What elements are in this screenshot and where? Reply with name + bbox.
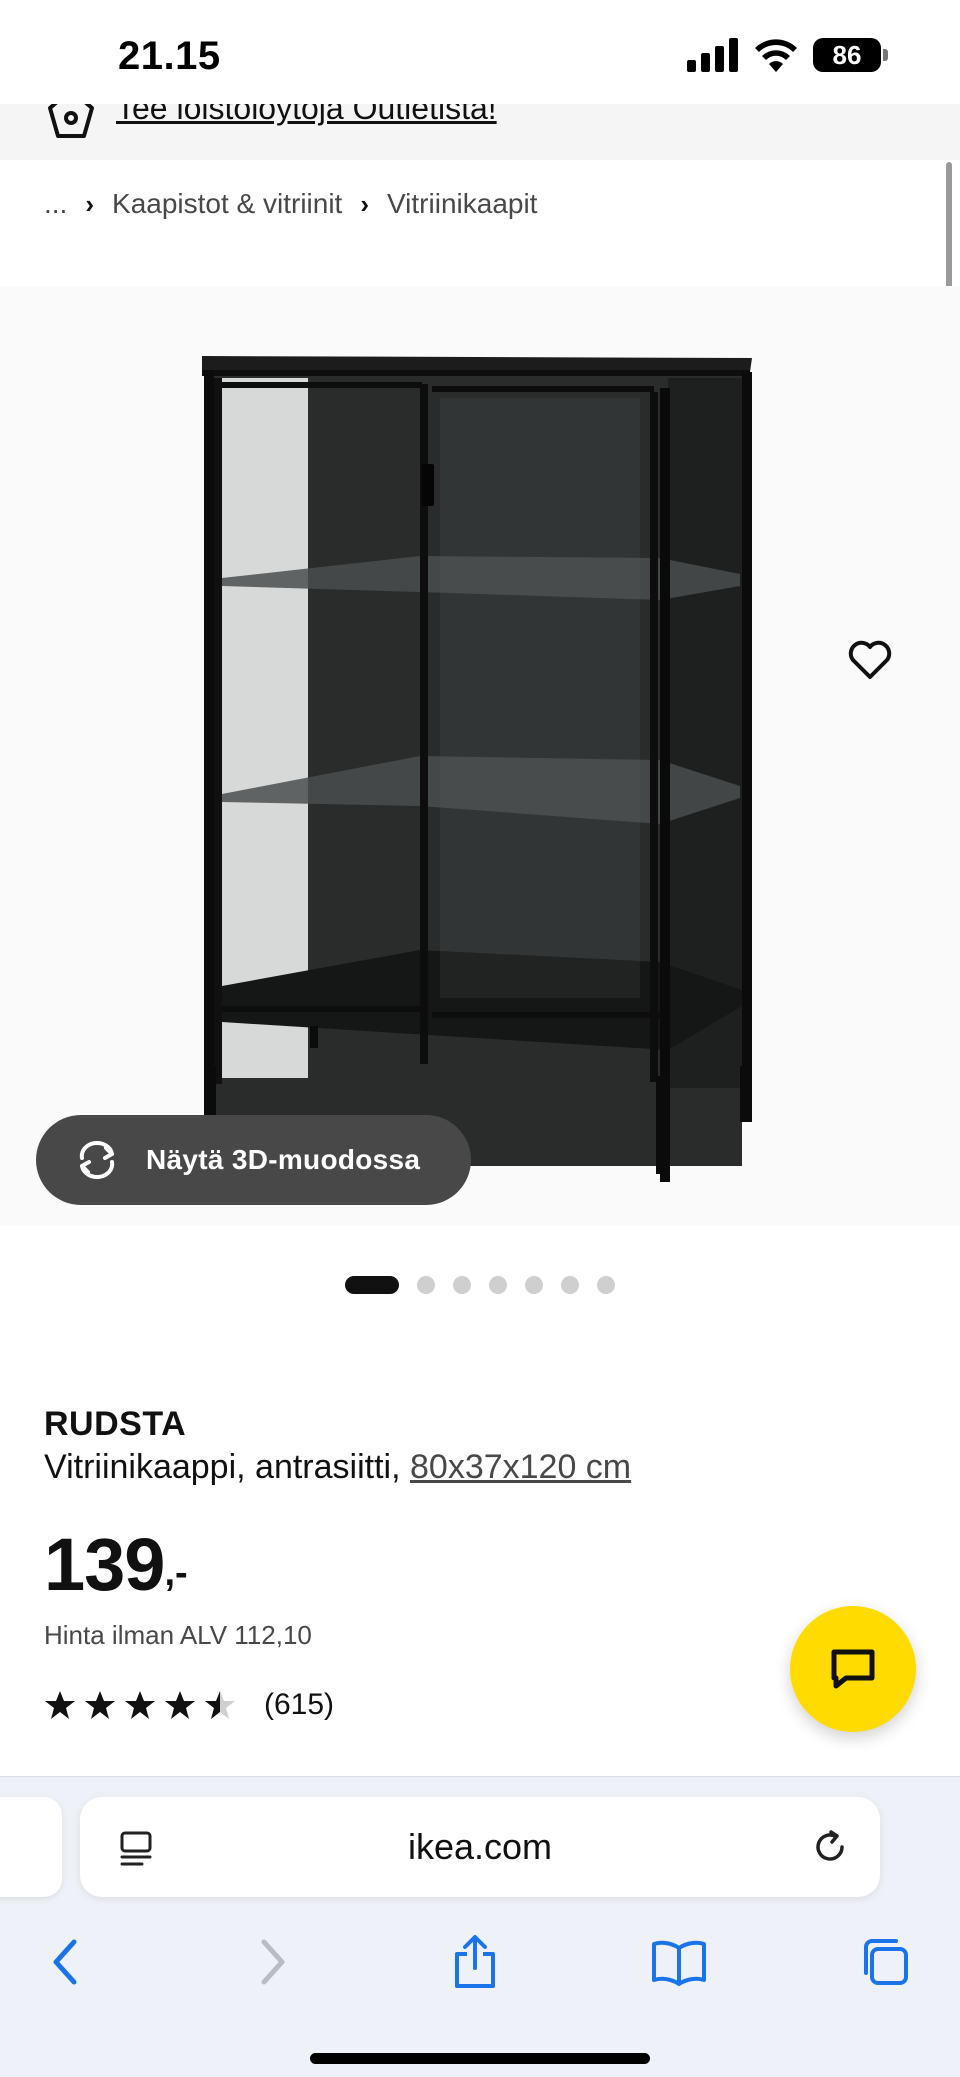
product-gallery[interactable] [0,286,960,1226]
carousel-dot-1[interactable] [345,1276,399,1294]
price-excl-vat: Hinta ilman ALV 112,10 [44,1620,312,1650]
carousel-dot-3[interactable] [453,1276,471,1294]
page-menu-icon[interactable] [118,1829,154,1869]
status-bar: 21.15 86 [0,0,960,104]
bookmarks-icon [652,1940,706,1986]
browser-bottom-bar: ikea.com [0,1776,960,2077]
product-type: Vitriinikaappi, antrasiitti, [44,1448,401,1486]
status-icons: 86 [687,38,888,72]
product-name: RUDSTA [44,1405,187,1443]
cellular-signal-icon [687,38,738,72]
address-bar[interactable]: ikea.com [80,1797,880,1897]
reload-icon[interactable] [810,1827,850,1867]
chat-bubble-icon [831,1649,875,1689]
chevron-right-icon: › [360,188,370,219]
back-icon [53,1939,77,1985]
tabs-icon [864,1939,908,1985]
carousel-dots [345,1276,615,1294]
url-text: ikea.com [407,1826,553,1867]
outlet-banner-link[interactable]: Tee loistolöytöjä Outletista! [116,104,497,127]
price-suffix: ,- [164,1552,188,1594]
browser-toolbar [0,1917,960,2007]
breadcrumb-item-display-cabinets[interactable]: Vitriinikaapit [387,188,537,220]
forward-button[interactable] [238,1927,308,1997]
carousel-dot-7[interactable] [597,1276,615,1294]
home-indicator [310,2053,650,2064]
price-integer: 139 [44,1523,165,1606]
share-button[interactable] [440,1927,510,1997]
chat-button[interactable] [790,1606,916,1732]
status-time: 21.15 [118,34,221,78]
forward-icon [261,1939,285,1985]
carousel-dot-6[interactable] [561,1276,579,1294]
star-icon [165,1691,195,1719]
share-icon [455,1935,495,1988]
product-size-link[interactable]: 80x37x120 cm [410,1448,631,1486]
chevron-right-icon: › [85,188,95,219]
battery-icon: 86 [813,38,888,72]
rotate-3d-icon [79,1141,115,1179]
view-3d-label: Näytä 3D-muodossa [146,1144,421,1175]
heart-icon [848,640,892,679]
star-icon [125,1691,155,1719]
view-3d-button[interactable]: Näytä 3D-muodossa [36,1115,471,1205]
breadcrumb-ellipsis[interactable]: ... [44,188,67,220]
outlet-banner[interactable]: Tee loistolöytöjä Outletista! [0,104,960,160]
breadcrumb-item-cabinets[interactable]: Kaapistot & vitriinit [112,188,342,220]
breadcrumb: ... › Kaapistot & vitriinit › Vitriinika… [44,188,537,220]
carousel-dot-4[interactable] [489,1276,507,1294]
product-price: 139 ,- [44,1522,188,1607]
rating-count: (615) [264,1688,335,1721]
star-icon [85,1691,115,1719]
carousel-dot-5[interactable] [525,1276,543,1294]
product-rating[interactable]: (615) [44,1688,334,1722]
favourite-button[interactable] [836,626,904,694]
star-icon [45,1691,75,1719]
tabs-button[interactable] [850,1927,920,1997]
wifi-icon [755,39,797,72]
battery-cap [883,49,888,61]
outlet-tag-icon [48,104,94,138]
half-star-icon [205,1691,235,1719]
battery-level: 86 [813,38,881,72]
previous-tab-preview[interactable] [0,1797,62,1897]
bookmarks-button[interactable] [644,1927,714,1997]
product-image[interactable] [0,286,960,1226]
carousel-dot-2[interactable] [417,1276,435,1294]
back-button[interactable] [30,1927,100,1997]
product-description: Vitriinikaappi, antrasiitti, 80x37x120 c… [44,1448,631,1487]
